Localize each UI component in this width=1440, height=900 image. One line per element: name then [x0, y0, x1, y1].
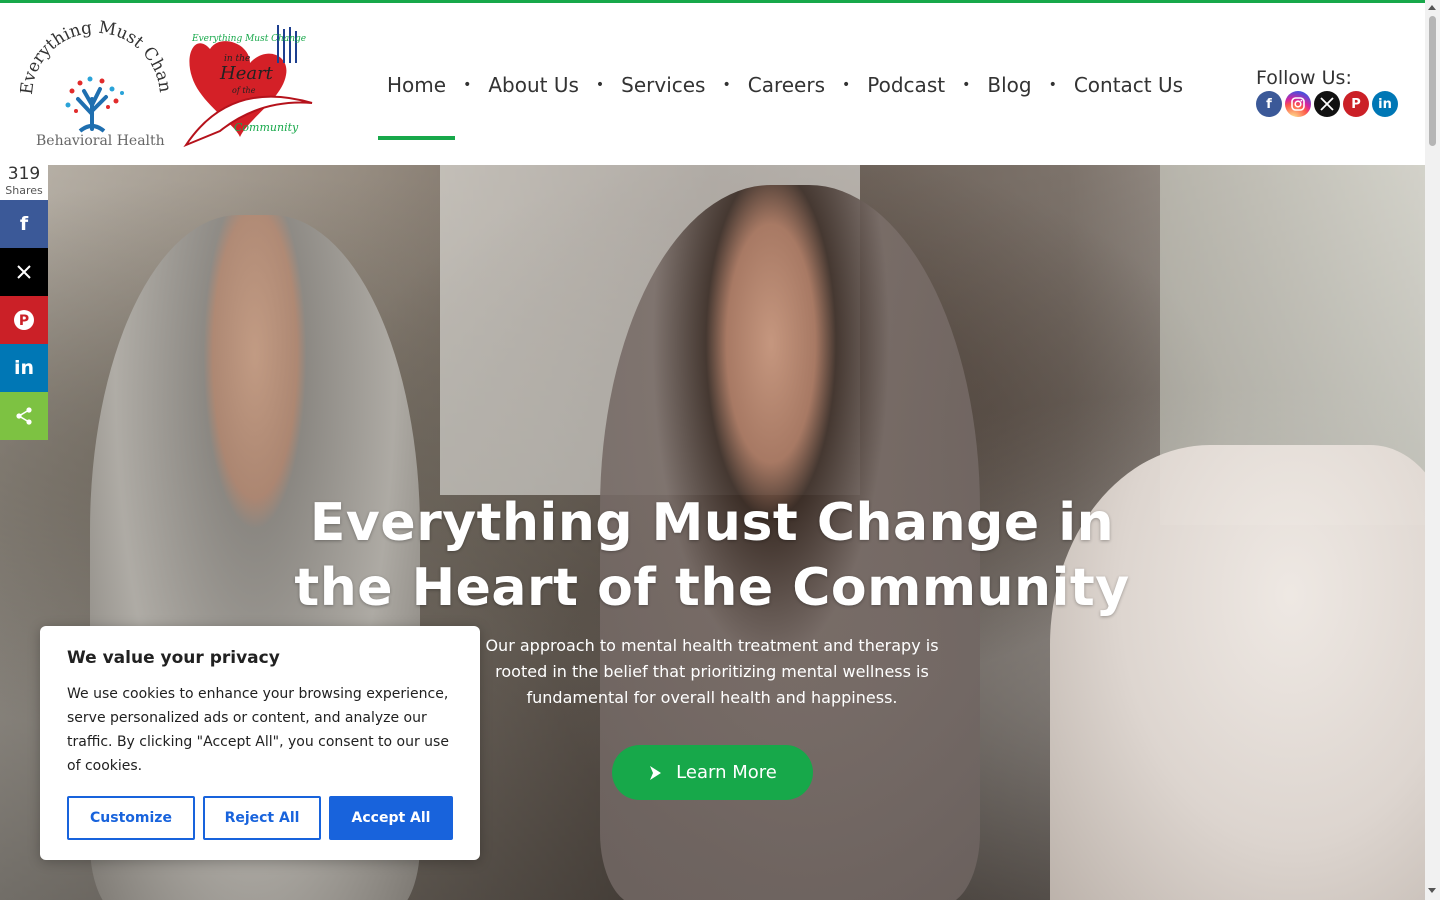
cookie-consent-banner: We value your privacy We use cookies to … — [40, 626, 480, 860]
hero-subtitle: Our approach to mental health treatment … — [485, 636, 939, 707]
svg-text:Everything Must Change: Everything Must Change — [20, 19, 175, 96]
nav-separator: • — [595, 77, 605, 93]
x-icon[interactable] — [1314, 91, 1340, 117]
share-count-number: 319 — [7, 164, 41, 184]
hero-title-line2: the Heart of the Community — [294, 558, 1130, 618]
cookie-accept-all-button[interactable]: Accept All — [329, 796, 453, 840]
nav-separator: • — [722, 77, 731, 93]
hero-title-line1: Everything Must Change in — [309, 493, 1115, 553]
x-icon — [17, 265, 31, 279]
cookie-customize-button[interactable]: Customize — [67, 796, 195, 840]
play-arrow-icon — [650, 765, 662, 780]
share-x-button[interactable] — [0, 248, 48, 296]
facebook-icon: f — [19, 213, 29, 235]
nav-podcast[interactable]: Podcast — [858, 73, 954, 97]
cookie-reject-all-button[interactable]: Reject All — [203, 796, 321, 840]
learn-more-label: Learn More — [676, 762, 777, 783]
cookie-title: We value your privacy — [67, 648, 280, 668]
scrollbar-thumb[interactable] — [1429, 16, 1436, 146]
nav-separator: • — [463, 77, 472, 93]
page: { "brand": { "logo_arc_text": "Everythin… — [0, 0, 1440, 900]
cookie-text: We use cookies to enhance your browsing … — [67, 686, 449, 774]
follow-us-label: Follow Us: — [1256, 67, 1352, 89]
svg-text:of the: of the — [232, 86, 256, 95]
svg-text:Community: Community — [234, 121, 299, 134]
scroll-up-arrow-icon[interactable] — [1428, 5, 1436, 10]
main-nav: Home • About Us • Services • Careers • P… — [378, 63, 1192, 107]
nav-separator: • — [1048, 77, 1057, 93]
nav-home[interactable]: Home — [378, 73, 455, 97]
share-count: 319 Shares — [0, 165, 48, 200]
share-linkedin-button[interactable]: in — [0, 344, 48, 392]
nav-blog[interactable]: Blog — [978, 73, 1040, 97]
svg-text:Heart: Heart — [219, 63, 274, 84]
social-links: f P in — [1256, 91, 1398, 117]
nav-about-us[interactable]: About Us — [479, 73, 588, 97]
linkedin-icon[interactable]: in — [1372, 91, 1398, 117]
share-more-button[interactable] — [0, 392, 48, 440]
hero-title: Everything Must Change in the Heart of t… — [212, 491, 1212, 621]
learn-more-button[interactable]: Learn More — [612, 745, 813, 800]
logo-link[interactable]: Everything Must Change Behavioral Health — [15, 4, 320, 151]
nav-careers[interactable]: Careers — [739, 73, 834, 97]
pinterest-icon[interactable]: P — [1343, 91, 1369, 117]
nav-separator: • — [962, 77, 971, 93]
nav-contact-us[interactable]: Contact Us — [1065, 73, 1192, 97]
instagram-icon[interactable] — [1285, 91, 1311, 117]
share-facebook-button[interactable]: f — [0, 200, 48, 248]
nav-separator: • — [842, 77, 851, 93]
share-sidebar: 319 Shares f P in — [0, 165, 48, 440]
page-scrollbar[interactable] — [1425, 0, 1440, 900]
share-icon — [16, 407, 32, 425]
linkedin-icon: in — [13, 357, 35, 379]
nav-services[interactable]: Services — [612, 73, 714, 97]
share-pinterest-button[interactable]: P — [0, 296, 48, 344]
pinterest-icon: P — [14, 310, 34, 330]
logo-graphic: Everything Must Change Behavioral Health — [15, 4, 313, 149]
facebook-icon[interactable]: f — [1256, 91, 1282, 117]
share-count-label: Shares — [5, 184, 43, 197]
tree-icon — [65, 76, 124, 133]
follow-us: Follow Us: f P in — [1256, 67, 1398, 117]
nav-active-indicator — [378, 136, 455, 140]
site-header: Everything Must Change Behavioral Health — [0, 3, 1425, 165]
logo-sub-text: Behavioral Health — [36, 133, 165, 149]
svg-text:P: P — [19, 313, 29, 329]
cookie-buttons: Customize Reject All Accept All — [67, 796, 453, 840]
scroll-down-arrow-icon[interactable] — [1428, 888, 1436, 893]
logo-arc-text: Everything Must Change — [15, 4, 175, 96]
svg-text:Everything Must Change: Everything Must Change — [191, 34, 306, 44]
heart-logo-icon: Everything Must Change in the Heart of t… — [183, 25, 313, 148]
